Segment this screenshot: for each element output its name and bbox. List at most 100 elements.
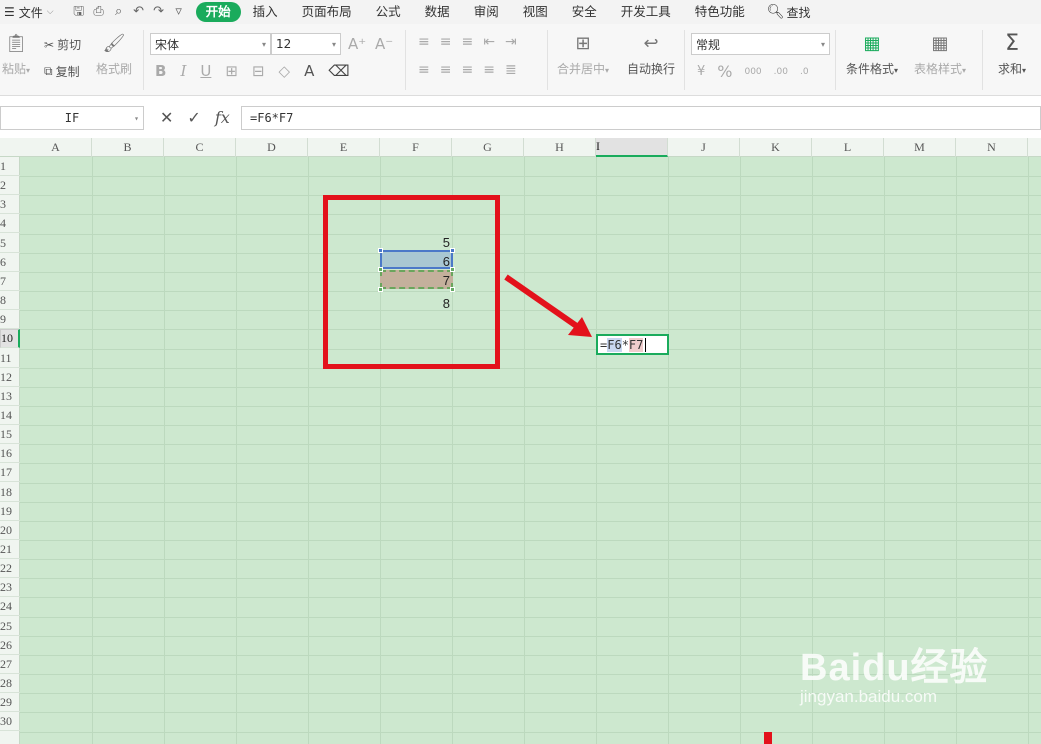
range-handle[interactable]	[450, 287, 455, 292]
range-handle[interactable]	[450, 267, 455, 272]
tab-9[interactable]: 特色功能	[683, 2, 757, 22]
decrease-decimal-icon[interactable]: .0	[800, 67, 809, 77]
align-center-icon[interactable]: ≡	[440, 62, 452, 78]
fill-color-icon[interactable]: ⊟	[252, 62, 265, 80]
italic-icon[interactable]: I	[180, 62, 186, 80]
column-header-g[interactable]: G	[452, 138, 524, 157]
row-header-7[interactable]: 7	[0, 272, 20, 291]
indent-increase-icon[interactable]: ⇥	[505, 34, 517, 50]
row-header-21[interactable]: 21	[0, 540, 20, 559]
font-color-icon[interactable]: A	[304, 62, 314, 80]
row-header-25[interactable]: 25	[0, 617, 20, 636]
row-header-13[interactable]: 13	[0, 387, 20, 406]
tab-4[interactable]: 数据	[413, 2, 462, 22]
row-header-17[interactable]: 17	[0, 463, 20, 483]
row-header-19[interactable]: 19	[0, 502, 20, 521]
search-button[interactable]: 🔍︎ 查找	[757, 4, 821, 21]
column-header-b[interactable]: B	[92, 138, 164, 157]
cell-f5[interactable]: 5	[380, 235, 450, 250]
align-right-icon[interactable]: ≡	[461, 62, 473, 78]
row-header-23[interactable]: 23	[0, 578, 20, 598]
row-header-10[interactable]: 10	[0, 329, 20, 349]
tab-3[interactable]: 公式	[364, 2, 413, 22]
row-header-26[interactable]: 26	[0, 636, 20, 655]
column-header-l[interactable]: L	[812, 138, 884, 157]
print-icon[interactable]: ⎙	[92, 5, 106, 19]
cell-f6[interactable]: 6	[380, 254, 450, 269]
column-header-d[interactable]: D	[236, 138, 308, 157]
percent-icon[interactable]: %	[717, 62, 732, 81]
cut-button[interactable]: ✂ 剪切	[44, 36, 81, 53]
align-bottom-icon[interactable]: ≡	[461, 34, 473, 50]
border-icon[interactable]: ⊞	[225, 62, 238, 80]
row-header-8[interactable]: 8	[0, 291, 20, 311]
table-style-button[interactable]: ▦ 表格样式▾	[914, 32, 966, 77]
row-header-28[interactable]: 28	[0, 674, 20, 694]
row-header-3[interactable]: 3	[0, 195, 20, 215]
column-header-a[interactable]: A	[20, 138, 92, 157]
align-left-icon[interactable]: ≡	[418, 62, 430, 78]
formula-input[interactable]: =F6*F7	[241, 106, 1041, 130]
spreadsheet-grid[interactable]: ABCDEFGHIJKLMN 1 2 3 4 5 6 7 8 9 10 11 12 13 14 15 16 17…	[0, 138, 1041, 744]
row-header-14[interactable]: 14	[0, 406, 20, 425]
align-middle-icon[interactable]: ≡	[440, 34, 452, 50]
row-header-29[interactable]: 29	[0, 693, 20, 713]
cell-f7[interactable]: 7	[380, 273, 450, 288]
tab-6[interactable]: 视图	[511, 2, 560, 22]
row-header-24[interactable]: 24	[0, 597, 20, 617]
row-header-12[interactable]: 12	[0, 368, 20, 387]
cell-i10-editor[interactable]: = F6 * F7	[596, 334, 669, 355]
customize-icon[interactable]: ▿	[172, 5, 186, 19]
number-format-select[interactable]: 常规 ▾	[691, 33, 830, 55]
paste-button[interactable]: 📋︎ 粘贴▾	[2, 32, 30, 77]
row-header-16[interactable]: 16	[0, 444, 20, 464]
tab-1[interactable]: 插入	[241, 2, 290, 22]
eraser-icon[interactable]: ⌫	[328, 62, 349, 80]
row-header-1[interactable]: 1	[0, 157, 20, 176]
row-header-6[interactable]: 6	[0, 253, 20, 272]
currency-icon[interactable]: ¥	[697, 64, 705, 79]
cell-f8[interactable]: 8	[380, 296, 450, 311]
copy-button[interactable]: ⧉ 复制	[44, 63, 80, 80]
function-icon[interactable]: fx	[215, 108, 230, 127]
increase-decimal-icon[interactable]: .00	[774, 67, 788, 77]
format-painter-button[interactable]: 🖌︎ 格式刷	[96, 32, 132, 77]
row-header-11[interactable]: 11	[0, 349, 20, 368]
row-header-4[interactable]: 4	[0, 214, 20, 234]
column-header-e[interactable]: E	[308, 138, 380, 157]
row-header-18[interactable]: 18	[0, 483, 20, 502]
row-header-15[interactable]: 15	[0, 425, 20, 445]
column-header-j[interactable]: J	[668, 138, 740, 157]
tab-2[interactable]: 页面布局	[290, 2, 364, 22]
justify-icon[interactable]: ≡	[483, 62, 495, 78]
row-header-22[interactable]: 22	[0, 559, 20, 579]
increase-font-icon[interactable]: A⁺	[348, 35, 366, 53]
row-header-5[interactable]: 5	[0, 234, 20, 253]
underline-icon[interactable]: U	[200, 62, 211, 80]
tab-8[interactable]: 开发工具	[609, 2, 683, 22]
name-box[interactable]: IF ▾	[0, 106, 144, 130]
row-header-30[interactable]: 30	[0, 712, 20, 732]
font-name-select[interactable]: 宋体 ▾	[150, 33, 271, 55]
font-size-select[interactable]: 12 ▾	[271, 33, 341, 55]
tab-7[interactable]: 安全	[560, 2, 609, 22]
tab-5[interactable]: 审阅	[462, 2, 511, 22]
confirm-icon[interactable]: ✓	[187, 108, 200, 127]
column-header-i[interactable]: I	[596, 138, 668, 157]
row-header-20[interactable]: 20	[0, 521, 20, 540]
sum-button[interactable]: Σ 求和▾	[998, 31, 1026, 77]
column-header-k[interactable]: K	[740, 138, 812, 157]
undo-icon[interactable]: ↶	[132, 5, 146, 19]
decrease-font-icon[interactable]: A⁻	[375, 35, 393, 53]
column-header-n[interactable]: N	[956, 138, 1028, 157]
column-header-c[interactable]: C	[164, 138, 236, 157]
column-header-h[interactable]: H	[524, 138, 596, 157]
align-top-icon[interactable]: ≡	[418, 34, 430, 50]
row-header-2[interactable]: 2	[0, 176, 20, 196]
column-header-f[interactable]: F	[380, 138, 452, 157]
thousands-icon[interactable]: 000	[744, 67, 761, 77]
cancel-icon[interactable]: ✕	[160, 108, 173, 127]
row-header-9[interactable]: 9	[0, 310, 20, 330]
row-header-27[interactable]: 27	[0, 655, 20, 674]
print-preview-icon[interactable]: ⌕	[112, 5, 126, 19]
